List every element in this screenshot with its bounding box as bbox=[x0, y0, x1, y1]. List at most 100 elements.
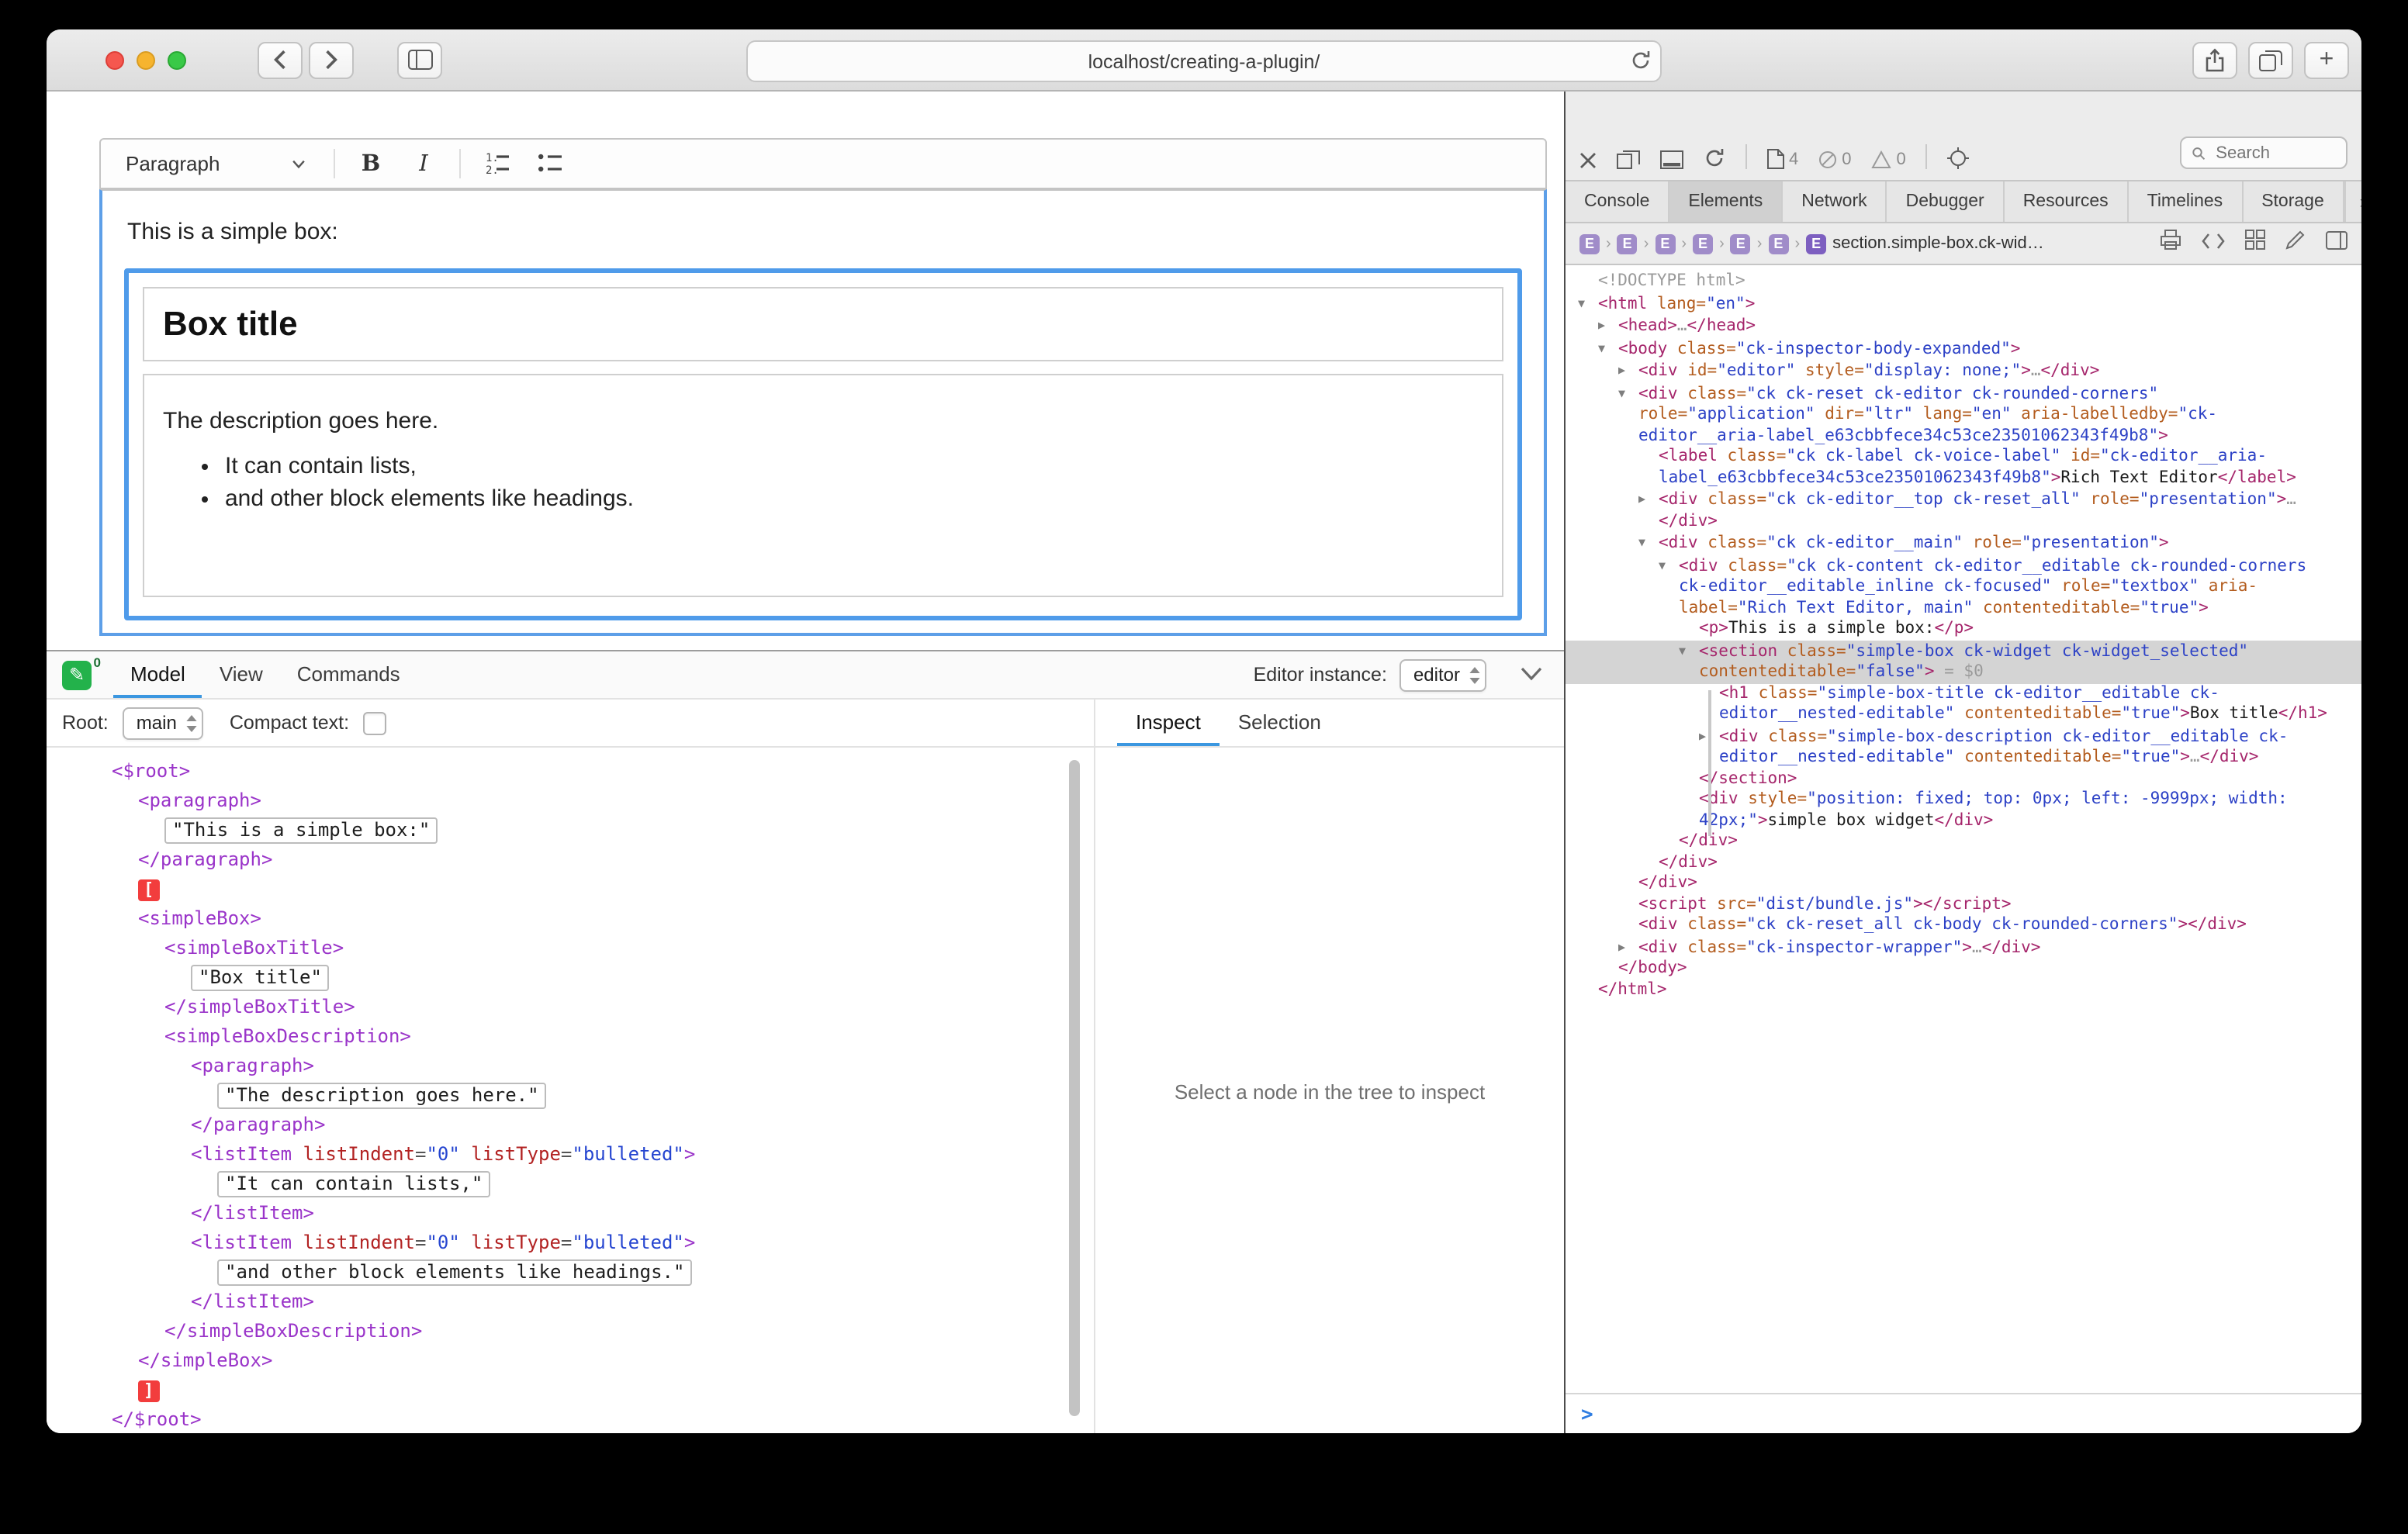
print-button[interactable] bbox=[2160, 230, 2181, 257]
element-chip[interactable]: E bbox=[1655, 233, 1675, 254]
share-button[interactable] bbox=[2192, 42, 2237, 79]
dom-node[interactable]: ▶<div id="editor" style="display: none;"… bbox=[1566, 360, 2361, 382]
dom-node[interactable]: <div class="ck ck-reset_all ck-body ck-r… bbox=[1566, 915, 2361, 936]
dom-node[interactable]: ▼<body class="ck-inspector-body-expanded… bbox=[1566, 337, 2361, 360]
dom-node[interactable]: </html> bbox=[1566, 979, 2361, 1000]
forward-button[interactable] bbox=[309, 41, 354, 78]
current-element-chip[interactable]: E bbox=[1806, 233, 1826, 254]
model-node[interactable]: ] bbox=[47, 1376, 1094, 1405]
tab-debugger[interactable]: Debugger bbox=[1887, 181, 2005, 222]
dom-node[interactable]: ▶<div class="simple-box-description ck-e… bbox=[1566, 725, 2361, 769]
sidebar-toggle-button[interactable] bbox=[397, 41, 442, 78]
dock-bottom-button[interactable] bbox=[1660, 150, 1683, 169]
edit-button[interactable] bbox=[2285, 230, 2306, 257]
model-node[interactable]: "This is a simple box:" bbox=[47, 816, 1094, 845]
tab-view[interactable]: View bbox=[202, 651, 280, 698]
tab-network[interactable]: Network bbox=[1783, 181, 1887, 222]
dom-node[interactable]: ▼<section class="simple-box ck-widget ck… bbox=[1566, 640, 2361, 683]
editor-instance-select[interactable]: editor bbox=[1399, 658, 1486, 691]
element-chip[interactable]: E bbox=[1693, 233, 1713, 254]
tab-overview-button[interactable] bbox=[2248, 42, 2293, 79]
resources-badge[interactable]: 4 bbox=[1767, 149, 1798, 169]
element-chip[interactable]: E bbox=[1768, 233, 1788, 254]
tab-model[interactable]: Model bbox=[113, 651, 202, 698]
dom-node[interactable]: <label class="ck ck-label ck-voice-label… bbox=[1566, 447, 2361, 489]
new-tab-button[interactable]: + bbox=[2304, 42, 2349, 79]
tab-resources[interactable]: Resources bbox=[2005, 181, 2129, 222]
model-node[interactable]: </$root> bbox=[47, 1405, 1094, 1433]
current-element-label[interactable]: section.simple-box.ck-wid… bbox=[1832, 234, 2044, 253]
zoom-window-button[interactable] bbox=[168, 50, 186, 69]
simple-box-description-field[interactable]: The description goes here. It can contai… bbox=[143, 374, 1503, 597]
bulleted-list-button[interactable] bbox=[532, 145, 566, 182]
tab-storage[interactable]: Storage bbox=[2243, 181, 2344, 222]
model-node[interactable]: </simpleBoxDescription> bbox=[47, 1317, 1094, 1346]
dom-node[interactable]: ▼<div class="ck ck-reset ck-editor ck-ro… bbox=[1566, 382, 2361, 447]
root-select[interactable]: main bbox=[123, 707, 203, 739]
dom-node[interactable]: ▼<div class="ck ck-content ck-editor__ed… bbox=[1566, 555, 2361, 619]
minimize-window-button[interactable] bbox=[137, 50, 155, 69]
model-node[interactable]: <listItem listIndent="0" listType="bulle… bbox=[47, 1228, 1094, 1258]
model-node[interactable]: [ bbox=[47, 875, 1094, 904]
reload-button[interactable] bbox=[1631, 50, 1651, 79]
numbered-list-button[interactable]: 1.2. bbox=[479, 145, 514, 182]
close-devtools-button[interactable] bbox=[1579, 152, 1597, 169]
model-node[interactable]: "It can contain lists," bbox=[47, 1170, 1094, 1199]
dom-node[interactable]: </body> bbox=[1566, 959, 2361, 979]
model-node[interactable]: <paragraph> bbox=[47, 786, 1094, 816]
editor-editable-area[interactable]: This is a simple box: Box title The desc… bbox=[99, 189, 1547, 636]
dom-node[interactable]: ▶<div class="ck-inspector-wrapper">…</di… bbox=[1566, 936, 2361, 959]
dock-windows-button[interactable] bbox=[1617, 149, 1640, 169]
tab-timelines[interactable]: Timelines bbox=[2129, 181, 2244, 222]
element-chip[interactable]: E bbox=[1579, 233, 1600, 254]
model-node[interactable]: </simpleBox> bbox=[47, 1346, 1094, 1376]
search-input[interactable] bbox=[2213, 142, 2335, 164]
tab-console[interactable]: Console bbox=[1566, 181, 1669, 222]
scrollbar-thumb[interactable] bbox=[1069, 760, 1080, 1416]
dom-node[interactable]: </section> bbox=[1566, 769, 2361, 789]
details-sidebar-button[interactable] bbox=[2326, 230, 2347, 257]
dom-node[interactable]: <!DOCTYPE html> bbox=[1566, 271, 2361, 292]
bold-button[interactable]: B bbox=[354, 145, 388, 182]
model-node[interactable]: <paragraph> bbox=[47, 1052, 1094, 1081]
model-node[interactable]: </simpleBoxTitle> bbox=[47, 993, 1094, 1022]
simple-box-title-field[interactable]: Box title bbox=[143, 287, 1503, 361]
address-bar[interactable] bbox=[746, 40, 1662, 82]
dom-node[interactable]: ▼<div class="ck ck-editor__main" role="p… bbox=[1566, 532, 2361, 555]
back-button[interactable] bbox=[258, 41, 303, 78]
element-chip[interactable]: E bbox=[1617, 233, 1638, 254]
model-node[interactable]: "and other block elements like headings.… bbox=[47, 1258, 1094, 1287]
model-node[interactable]: </listItem> bbox=[47, 1199, 1094, 1228]
tab-selection[interactable]: Selection bbox=[1220, 700, 1340, 746]
dom-node[interactable]: <script src="dist/bundle.js"></script> bbox=[1566, 894, 2361, 915]
show-source-button[interactable] bbox=[2202, 230, 2225, 257]
dom-node[interactable]: <div style="position: fixed; top: 0px; l… bbox=[1566, 789, 2361, 831]
model-node[interactable]: "The description goes here." bbox=[47, 1081, 1094, 1111]
warnings-badge[interactable]: 0 bbox=[1872, 150, 1906, 169]
compact-text-checkbox[interactable] bbox=[363, 711, 386, 734]
heading-dropdown[interactable]: Paragraph bbox=[116, 149, 315, 178]
dom-node[interactable]: ▼<html lang="en"> bbox=[1566, 292, 2361, 315]
dom-node[interactable]: ▶<div class="ck ck-editor__top ck-reset_… bbox=[1566, 489, 2361, 532]
model-node[interactable]: </listItem> bbox=[47, 1287, 1094, 1317]
dom-node[interactable]: </div> bbox=[1566, 852, 2361, 873]
tab-inspect[interactable]: Inspect bbox=[1117, 700, 1220, 746]
dom-node[interactable]: </div> bbox=[1566, 831, 2361, 852]
model-node[interactable]: <simpleBox> bbox=[47, 904, 1094, 934]
dom-node[interactable]: ▶<head>…</head> bbox=[1566, 315, 2361, 337]
model-node[interactable]: </paragraph> bbox=[47, 1111, 1094, 1140]
url-input[interactable] bbox=[791, 49, 1617, 74]
close-window-button[interactable] bbox=[106, 50, 124, 69]
devtools-search[interactable] bbox=[2180, 136, 2347, 169]
model-node[interactable]: </paragraph> bbox=[47, 845, 1094, 875]
model-node[interactable]: <listItem listIndent="0" listType="bulle… bbox=[47, 1140, 1094, 1170]
model-node[interactable]: <simpleBoxTitle> bbox=[47, 934, 1094, 963]
dom-node[interactable]: <h1 class="simple-box-title ck-editor__e… bbox=[1566, 683, 2361, 725]
model-node[interactable]: <$root> bbox=[47, 757, 1094, 786]
simple-box-widget[interactable]: Box title The description goes here. It … bbox=[124, 268, 1522, 620]
console-prompt[interactable]: > bbox=[1566, 1393, 2361, 1433]
dom-node[interactable]: </div> bbox=[1566, 873, 2361, 894]
model-node[interactable]: "Box title" bbox=[47, 963, 1094, 993]
element-picker-button[interactable] bbox=[1948, 147, 1970, 169]
model-node[interactable]: <simpleBoxDescription> bbox=[47, 1022, 1094, 1052]
